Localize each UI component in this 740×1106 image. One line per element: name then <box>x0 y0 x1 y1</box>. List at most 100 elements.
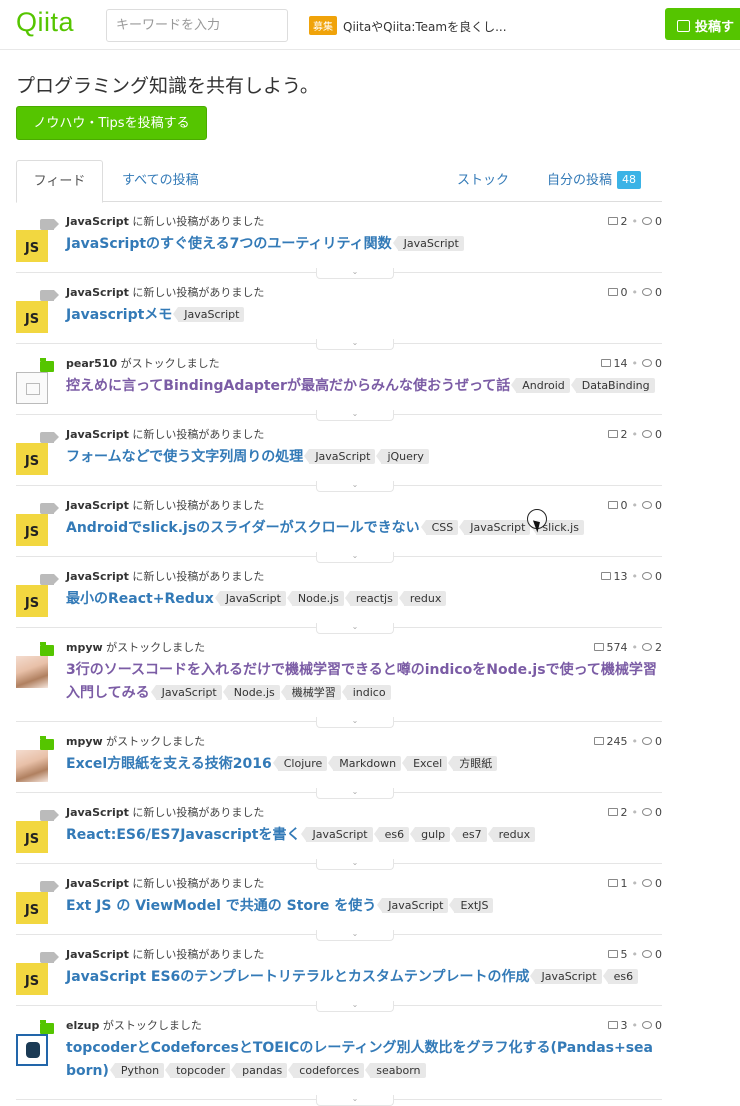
javascript-tag-icon[interactable]: JS <box>16 892 48 924</box>
feed-actor-link[interactable]: JavaScript <box>66 806 129 819</box>
article-tag[interactable]: Python <box>109 1063 165 1078</box>
article-tag[interactable]: 機械学習 <box>280 685 341 700</box>
article-tag[interactable]: redux <box>487 827 536 842</box>
expand-chevron-icon[interactable]: ⌄ <box>316 481 394 492</box>
expand-chevron-icon[interactable]: ⌄ <box>316 930 394 941</box>
article-tag[interactable]: JavaScript <box>214 591 286 606</box>
tab-my-posts[interactable]: 自分の投稿 48 <box>547 160 642 202</box>
stock-count: 245 <box>606 735 628 748</box>
expand-chevron-icon[interactable]: ⌄ <box>316 410 394 421</box>
stock-count: 0 <box>620 286 628 299</box>
article-tag[interactable]: JavaScript <box>304 449 376 464</box>
article-tag[interactable]: jQuery <box>376 449 429 464</box>
article-tag[interactable]: JavaScript <box>530 969 602 984</box>
article-tag[interactable]: es6 <box>602 969 639 984</box>
article-tag[interactable]: DataBinding <box>570 378 655 393</box>
article-tag[interactable]: Node.js <box>222 685 280 700</box>
javascript-tag-icon[interactable]: JS <box>16 301 48 333</box>
feed-actor-link[interactable]: JavaScript <box>66 499 129 512</box>
article-tag[interactable]: codeforces <box>288 1063 365 1078</box>
feed-actor-link[interactable]: JavaScript <box>66 215 129 228</box>
article-title-link[interactable]: フォームなどで使う文字列周りの処理 <box>66 449 303 465</box>
expand-chevron-icon[interactable]: ⌄ <box>316 717 394 728</box>
feed-actor-link[interactable]: JavaScript <box>66 877 129 890</box>
article-tag[interactable]: reactjs <box>344 591 398 606</box>
post-knowhow-button[interactable]: ノウハウ・Tipsを投稿する <box>16 106 207 140</box>
article-tag[interactable]: gulp <box>410 827 451 842</box>
article-tag[interactable]: JavaScript <box>377 898 449 913</box>
expand-chevron-icon[interactable]: ⌄ <box>316 1001 394 1012</box>
feed-action-text: に新しい投稿がありました <box>132 806 265 819</box>
expand-chevron-icon[interactable]: ⌄ <box>316 268 394 279</box>
expand-chevron-icon[interactable]: ⌄ <box>316 623 394 634</box>
article-title-link[interactable]: Ext JS の ViewModel で共通の Store を使う <box>66 898 376 914</box>
javascript-tag-icon[interactable]: JS <box>16 963 48 995</box>
expand-chevron-icon[interactable]: ⌄ <box>316 1095 394 1106</box>
stock-count-icon <box>607 288 618 296</box>
article-title-link[interactable]: Androidでslick.jsのスライダーがスクロールできない <box>66 520 420 536</box>
feed-actor-link[interactable]: mpyw <box>66 735 103 748</box>
separator-dot: • <box>631 735 639 748</box>
article-tag[interactable]: indico <box>341 685 391 700</box>
expand-chevron-icon[interactable]: ⌄ <box>316 552 394 563</box>
article-title-link[interactable]: JavaScript ES6のテンプレートリテラルとカスタムテンプレートの作成 <box>66 969 529 985</box>
article-tag[interactable]: JavaScript <box>173 307 245 322</box>
article-tag[interactable]: es7 <box>451 827 487 842</box>
feed-item-body: mpyw がストックしました Excel方眼紙を支える技術2016 Clojure M… <box>66 722 662 792</box>
recruit-banner[interactable]: 募集 QiitaやQiita:Teamを良くし... <box>309 16 507 35</box>
feed-actor-link[interactable]: mpyw <box>66 641 103 654</box>
article-title-link[interactable]: 最小のReact+Redux <box>66 591 214 607</box>
article-tag[interactable]: pandas <box>231 1063 288 1078</box>
article-tag[interactable]: JavaScript <box>150 685 222 700</box>
article-tag[interactable]: es6 <box>373 827 410 842</box>
comment-count-icon <box>642 572 652 580</box>
feed-item-meta: JavaScript に新しい投稿がありました <box>66 499 662 513</box>
feed-actor-link[interactable]: pear510 <box>66 357 117 370</box>
user-avatar[interactable] <box>16 750 48 782</box>
separator-dot: • <box>631 428 639 441</box>
user-avatar[interactable] <box>16 656 48 688</box>
article-tag[interactable]: JavaScript <box>459 520 531 535</box>
feed-actor-link[interactable]: elzup <box>66 1019 99 1032</box>
javascript-tag-icon[interactable]: JS <box>16 585 48 617</box>
article-tag[interactable]: seaborn <box>365 1063 426 1078</box>
article-tag[interactable]: ExtJS <box>449 898 494 913</box>
article-tag[interactable]: CSS <box>420 520 459 535</box>
article-title-link[interactable]: 控えめに言ってBindingAdapterが最高だからみんな使おうぜって話 <box>66 378 510 394</box>
article-title-link[interactable]: React:ES6/ES7Javascriptを書く <box>66 827 300 843</box>
expand-chevron-icon[interactable]: ⌄ <box>316 788 394 799</box>
tab-all-posts[interactable]: すべての投稿 <box>122 160 199 202</box>
user-avatar[interactable] <box>16 1034 48 1066</box>
feed-actor-link[interactable]: JavaScript <box>66 428 129 441</box>
article-tag[interactable]: JavaScript <box>392 236 464 251</box>
search-input[interactable] <box>106 9 288 42</box>
article-tag[interactable]: topcoder <box>165 1063 231 1078</box>
article-tag[interactable]: Clojure <box>272 756 328 771</box>
feed-actor-link[interactable]: JavaScript <box>66 948 129 961</box>
article-title-link[interactable]: Excel方眼紙を支える技術2016 <box>66 756 272 772</box>
javascript-tag-icon[interactable]: JS <box>16 443 48 475</box>
article-title-link[interactable]: JavaScriptのすぐ使える7つのユーティリティ関数 <box>66 236 392 252</box>
javascript-tag-icon[interactable]: JS <box>16 230 48 262</box>
article-tag[interactable]: Node.js <box>286 591 344 606</box>
user-avatar[interactable] <box>16 372 48 404</box>
expand-chevron-icon[interactable]: ⌄ <box>316 339 394 350</box>
article-tag[interactable]: redux <box>398 591 447 606</box>
tab-stock[interactable]: ストック <box>457 160 509 202</box>
feed-actor-link[interactable]: JavaScript <box>66 286 129 299</box>
stock-count-icon <box>607 808 618 816</box>
article-tag[interactable]: Excel <box>402 756 448 771</box>
qiita-logo[interactable]: Qiita <box>16 7 74 38</box>
javascript-tag-icon[interactable]: JS <box>16 821 48 853</box>
article-tag[interactable]: 方眼紙 <box>448 756 498 771</box>
article-title-link[interactable]: Javascriptメモ <box>66 307 172 323</box>
article-tag[interactable]: Android <box>511 378 570 393</box>
tab-feed[interactable]: フィード <box>16 160 103 203</box>
expand-chevron-icon[interactable]: ⌄ <box>316 859 394 870</box>
post-button[interactable]: 投稿す <box>665 8 740 40</box>
feed-list: JS JavaScript に新しい投稿がありました JavaScriptのすぐ使え… <box>16 202 662 1106</box>
article-tag[interactable]: JavaScript <box>301 827 373 842</box>
article-tag[interactable]: Markdown <box>328 756 402 771</box>
feed-actor-link[interactable]: JavaScript <box>66 570 129 583</box>
javascript-tag-icon[interactable]: JS <box>16 514 48 546</box>
